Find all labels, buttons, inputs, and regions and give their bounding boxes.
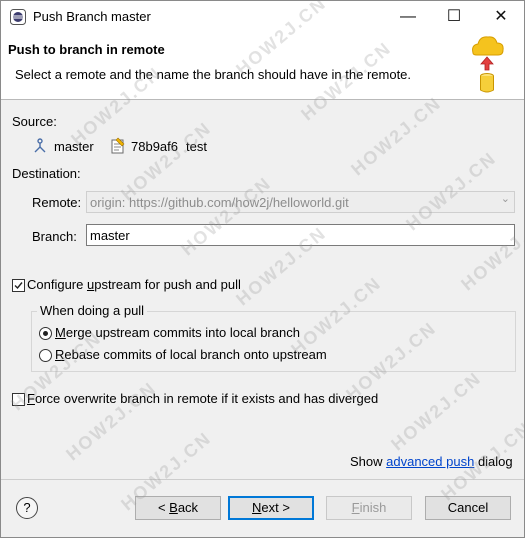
source-label: Source: [12,114,57,129]
title-bar: Push Branch master — ☐ ✕ [1,1,524,33]
minimize-button[interactable]: — [385,1,431,33]
advanced-push-link[interactable]: advanced push [386,454,474,469]
page-description: Select a remote and the name the branch … [15,67,412,82]
push-to-cloud-icon [472,36,504,93]
pull-group-legend: When doing a pull [37,303,148,318]
remote-combo[interactable]: origin: https://github.com/how2j/hellowo… [86,191,515,213]
rebase-radio[interactable] [39,349,52,362]
cancel-button[interactable]: Cancel [425,496,511,520]
force-overwrite-checkbox[interactable] [12,393,25,406]
configure-upstream-label[interactable]: Configure upstream for push and pull [27,277,241,292]
remote-label: Remote: [32,195,82,210]
branch-icon [34,138,46,153]
source-commit-id: 78b9af6 [131,139,178,154]
merge-radio[interactable] [39,327,52,340]
commit-icon [111,137,125,154]
chevron-down-icon: ⌄ [500,193,510,205]
remote-combo-value: origin: https://github.com/how2j/hellowo… [90,195,349,210]
check-mark-icon [14,282,23,290]
rebase-radio-label[interactable]: Rebase commits of local branch onto upst… [55,347,327,362]
watermark: HOW2J.CN [177,172,276,260]
back-button[interactable]: < Back [135,496,221,520]
source-commit-message: test [186,139,207,154]
finish-button[interactable]: Finish [326,496,412,520]
destination-label: Destination: [12,166,81,181]
branch-name-input[interactable]: master [86,224,515,246]
branch-label: Branch: [32,229,77,244]
watermark: HOW2J.CN [347,92,446,180]
force-overwrite-label[interactable]: Force overwrite branch in remote if it e… [27,391,378,406]
source-branch-name: master [54,139,94,154]
wizard-banner: Push to branch in remote Select a remote… [1,33,524,100]
button-bar-separator [1,479,524,480]
merge-radio-label[interactable]: Merge upstream commits into local branch [55,325,300,340]
help-button[interactable]: ? [16,497,38,519]
maximize-button[interactable]: ☐ [431,1,477,33]
pull-options-group [31,311,516,372]
watermark: HOW2J.CN [387,367,486,455]
close-button[interactable]: ✕ [478,1,524,33]
eclipse-app-icon [10,9,26,25]
configure-upstream-checkbox[interactable] [12,279,25,292]
watermark: HOW2J.CN [457,207,525,295]
next-button[interactable]: Next > [228,496,314,520]
advanced-push-text: Show advanced push dialog [350,454,513,469]
window-title: Push Branch master [33,9,151,24]
push-branch-dialog: Push Branch master — ☐ ✕ Push to branch … [0,0,525,538]
page-title: Push to branch in remote [8,42,165,57]
